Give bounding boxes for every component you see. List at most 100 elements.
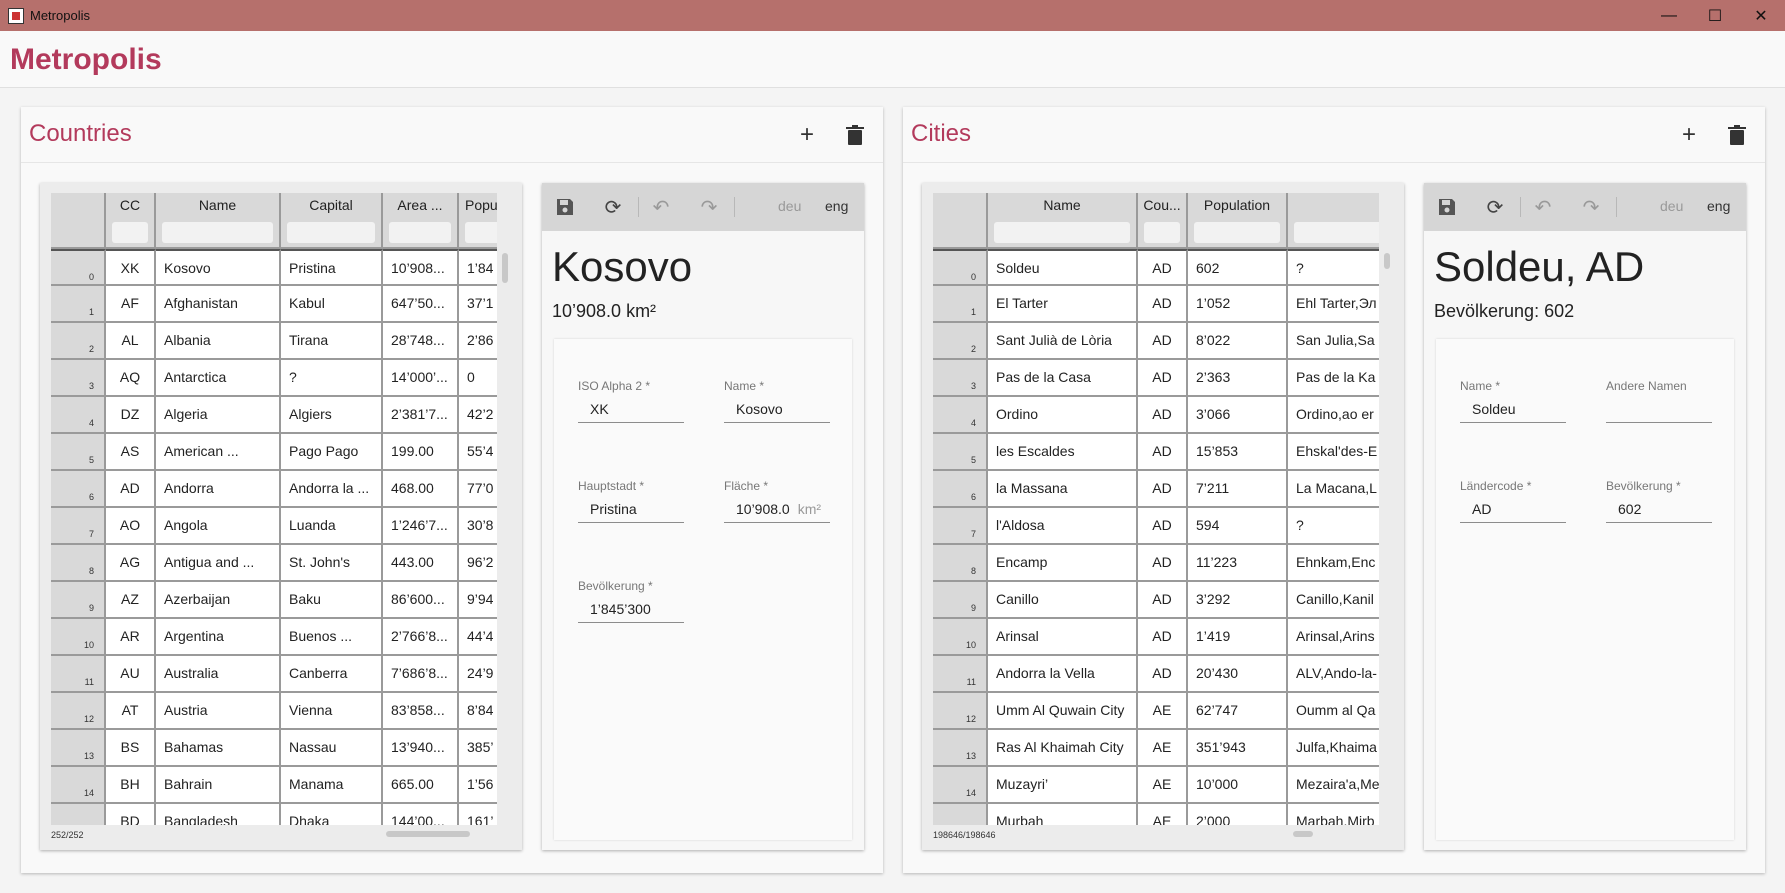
minimize-icon[interactable]: — [1646,0,1692,31]
cell-name[interactable]: Ras Al Khaimah City [988,730,1138,767]
table-row[interactable]: 14 Muzayri’ AE 10’000 Mezaira'a,Me [933,767,1379,804]
cell-area[interactable]: 14’000’... [383,360,459,397]
cell-population[interactable]: 602 [1188,249,1288,286]
cell-name[interactable]: Soldeu [988,249,1138,286]
lang-deu-button[interactable]: deu [778,198,801,214]
column-header[interactable]: Name [156,193,281,249]
table-row[interactable]: 5 AS American ... Pago Pago 199.00 55’4 [51,434,497,471]
cell-area[interactable]: 199.00 [383,434,459,471]
cell-name[interactable]: les Escaldes [988,434,1138,471]
table-row[interactable]: 6 AD Andorra Andorra la ... 468.00 77’0 [51,471,497,508]
undo-icon[interactable]: ↶ [1531,195,1555,219]
refresh-icon[interactable]: ⟳ [601,195,625,219]
maximize-icon[interactable]: ☐ [1692,0,1738,31]
cell-population[interactable]: 96’2 [459,545,497,582]
cell-name[interactable]: Andorra la Vella [988,656,1138,693]
cell-area[interactable]: 144’00... [383,804,459,825]
cell-cc[interactable]: XK [106,249,156,286]
table-row[interactable]: 2 AL Albania Tirana 28’748... 2’86 [51,323,497,360]
cell-area[interactable]: 86’600... [383,582,459,619]
column-header[interactable]: Name [988,193,1138,249]
iso-field[interactable]: ISO Alpha 2 * XK [578,379,684,423]
column-filter-input[interactable] [1194,222,1280,243]
cities-vscrollbar[interactable] [1384,253,1390,269]
cell-country-code[interactable]: AE [1138,693,1188,730]
redo-icon[interactable]: ↷ [697,195,721,219]
table-row[interactable]: 13 Ras Al Khaimah City AE 351’943 Julfa,Khai… [933,730,1379,767]
cell-population[interactable]: 10’000 [1188,767,1288,804]
cell-capital[interactable]: Dhaka [281,804,383,825]
cell-capital[interactable]: Kabul [281,286,383,323]
table-row[interactable]: 10 AR Argentina Buenos ... 2’766’8... 44’4 [51,619,497,656]
cell-country-code[interactable]: AD [1138,434,1188,471]
cell-population[interactable]: 161’ [459,804,497,825]
cell-capital[interactable]: Buenos ... [281,619,383,656]
cell-cc[interactable]: BS [106,730,156,767]
table-row[interactable]: 1 AF Afghanistan Kabul 647’50... 37’1 [51,286,497,323]
table-row[interactable]: 14 BH Bahrain Manama 665.00 1’56 [51,767,497,804]
cell-capital[interactable]: Pago Pago [281,434,383,471]
city-name-input[interactable]: Soldeu [1460,401,1566,423]
cell-area[interactable]: 665.00 [383,767,459,804]
cell-name[interactable]: Sant Julià de Lòria [988,323,1138,360]
countries-table[interactable]: CC Name Capital Area ... Popu 0 XK Kosovo P… [51,193,497,825]
table-row[interactable]: 15MurbahAE2’000Marbah,Mirb [933,804,1379,825]
lang-deu-button[interactable]: deu [1660,198,1683,214]
cell-area[interactable]: 443.00 [383,545,459,582]
table-row[interactable]: 7 l'Aldosa AD 594? [933,508,1379,545]
countries-hscrollbar[interactable] [386,831,470,837]
cell-alternate-names[interactable]: Ehskal'des-E [1288,434,1379,471]
delete-country-icon[interactable] [841,121,869,149]
cell-country-code[interactable]: AD [1138,249,1188,286]
cell-population[interactable]: 3’066 [1188,397,1288,434]
cell-alternate-names[interactable]: Oumm al Qa [1288,693,1379,730]
column-filter-input[interactable] [287,222,375,243]
cell-name[interactable]: Murbah [988,804,1138,825]
column-header[interactable]: Population [1188,193,1288,249]
cell-alternate-names[interactable]: Ehnkam,Enc [1288,545,1379,582]
cell-population[interactable]: 1’052 [1188,286,1288,323]
cell-population[interactable]: 1’56 [459,767,497,804]
column-header[interactable]: Cou... [1138,193,1188,249]
table-row[interactable]: 0 XK Kosovo Pristina 10’908... 1’84 [51,249,497,286]
column-filter-input[interactable] [389,222,451,243]
cell-area[interactable]: 647’50... [383,286,459,323]
cell-area[interactable]: 468.00 [383,471,459,508]
cell-country-code[interactable]: AD [1138,286,1188,323]
cell-area[interactable]: 28’748... [383,323,459,360]
cell-country-code[interactable]: AE [1138,730,1188,767]
cell-cc[interactable]: BH [106,767,156,804]
cell-cc[interactable]: AR [106,619,156,656]
cell-cc[interactable]: AQ [106,360,156,397]
cell-capital[interactable]: Algiers [281,397,383,434]
cell-cc[interactable]: AZ [106,582,156,619]
refresh-icon[interactable]: ⟳ [1483,195,1507,219]
cell-area[interactable]: 83’858... [383,693,459,730]
table-row[interactable]: 9 AZ Azerbaijan Baku 86’600... 9’94 [51,582,497,619]
cell-alternate-names[interactable]: Ordino,ao er [1288,397,1379,434]
table-row[interactable]: 12 Umm Al Quwain City AE 62’747 Oumm al Qa [933,693,1379,730]
cell-capital[interactable]: Manama [281,767,383,804]
table-row[interactable]: 7 AO Angola Luanda 1’246’7... 30’8 [51,508,497,545]
cell-name[interactable]: Andorra [156,471,281,508]
iso-input[interactable]: XK [578,401,684,423]
cell-population[interactable]: 2’363 [1188,360,1288,397]
table-row[interactable]: 4 DZ Algeria Algiers 2’381’7... 42’2 [51,397,497,434]
table-row[interactable]: 0 Soldeu AD 602? [933,249,1379,286]
cell-name[interactable]: Bahrain [156,767,281,804]
column-header[interactable]: Area ... [383,193,459,249]
table-row[interactable]: 2 Sant Julià de Lòria AD 8’022 San Julia,Sa [933,323,1379,360]
cell-name[interactable]: Pas de la Casa [988,360,1138,397]
cell-country-code[interactable]: AD [1138,360,1188,397]
cell-population[interactable]: 20’430 [1188,656,1288,693]
table-row[interactable]: 15BDBangladeshDhaka144’00...161’ [51,804,497,825]
column-filter-input[interactable] [1144,222,1180,243]
lang-eng-button[interactable]: eng [825,198,848,214]
cell-population[interactable]: 1’84 [459,249,497,286]
cell-alternate-names[interactable]: Arinsal,Arins [1288,619,1379,656]
cell-name[interactable]: El Tarter [988,286,1138,323]
cell-population[interactable]: 0 [459,360,497,397]
cell-name[interactable]: Canillo [988,582,1138,619]
cell-capital[interactable]: Canberra [281,656,383,693]
column-header[interactable] [1288,193,1379,249]
